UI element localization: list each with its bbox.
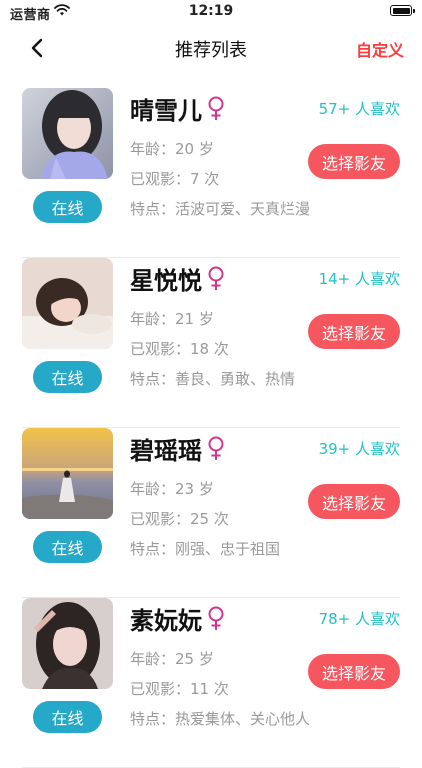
list-item: 在线 素妧妧 78+ 人喜欢 年龄：25 岁 已观影：11 次 特点：热爱集体、… <box>22 598 400 768</box>
avatar[interactable] <box>22 598 113 689</box>
watched-count: 已观影：18 次 <box>130 340 229 358</box>
online-button[interactable]: 在线 <box>33 701 102 733</box>
likes-count: 14+ 人喜欢 <box>318 270 400 288</box>
traits-label: 特点：热爱集体、关心他人 <box>130 710 311 728</box>
traits-label: 特点：刚强、忠于祖国 <box>130 540 281 558</box>
nav-bar: 推荐列表 自定义 <box>0 28 422 68</box>
online-button[interactable]: 在线 <box>33 361 102 393</box>
user-name: 碧瑶瑶 <box>130 437 202 465</box>
select-friend-button[interactable]: 选择影友 <box>308 654 400 689</box>
female-symbol-icon <box>206 606 226 632</box>
recommend-list: 在线 晴雪儿 57+ 人喜欢 年龄：20 岁 已观影：7 次 特点：活波可爱、天… <box>0 88 422 768</box>
female-symbol-icon <box>206 436 226 462</box>
avatar[interactable] <box>22 428 113 519</box>
avatar[interactable] <box>22 88 113 179</box>
avatar[interactable] <box>22 258 113 349</box>
watched-count: 已观影：11 次 <box>130 680 229 698</box>
list-item: 在线 碧瑶瑶 39+ 人喜欢 年龄：23 岁 已观影：25 次 特点：刚强、忠于… <box>22 428 400 598</box>
female-symbol-icon <box>206 266 226 292</box>
online-button[interactable]: 在线 <box>33 191 102 223</box>
user-name: 晴雪儿 <box>130 97 202 125</box>
traits-label: 特点：活波可爱、天真烂漫 <box>130 200 311 218</box>
traits-label: 特点：善良、勇敢、热情 <box>130 370 296 388</box>
user-name: 素妧妧 <box>130 607 202 635</box>
watched-count: 已观影：7 次 <box>130 170 220 188</box>
select-friend-button[interactable]: 选择影友 <box>308 314 400 349</box>
likes-count: 39+ 人喜欢 <box>318 440 400 458</box>
custom-button[interactable]: 自定义 <box>356 37 404 61</box>
online-button[interactable]: 在线 <box>33 531 102 563</box>
female-symbol-icon <box>206 96 226 122</box>
select-friend-button[interactable]: 选择影友 <box>308 484 400 519</box>
status-bar: 运营商 12:19 <box>0 0 422 26</box>
list-item: 在线 晴雪儿 57+ 人喜欢 年龄：20 岁 已观影：7 次 特点：活波可爱、天… <box>22 88 400 258</box>
likes-count: 78+ 人喜欢 <box>318 610 400 628</box>
select-friend-button[interactable]: 选择影友 <box>308 144 400 179</box>
age-label: 年龄：23 岁 <box>130 480 214 498</box>
watched-count: 已观影：25 次 <box>130 510 229 528</box>
likes-count: 57+ 人喜欢 <box>318 100 400 118</box>
list-item: 在线 星悦悦 14+ 人喜欢 年龄：21 岁 已观影：18 次 特点：善良、勇敢… <box>22 258 400 428</box>
age-label: 年龄：21 岁 <box>130 310 214 328</box>
battery-icon <box>390 5 415 16</box>
age-label: 年龄：20 岁 <box>130 140 214 158</box>
age-label: 年龄：25 岁 <box>130 650 214 668</box>
clock-time: 12:19 <box>188 3 234 19</box>
user-name: 星悦悦 <box>130 267 202 295</box>
